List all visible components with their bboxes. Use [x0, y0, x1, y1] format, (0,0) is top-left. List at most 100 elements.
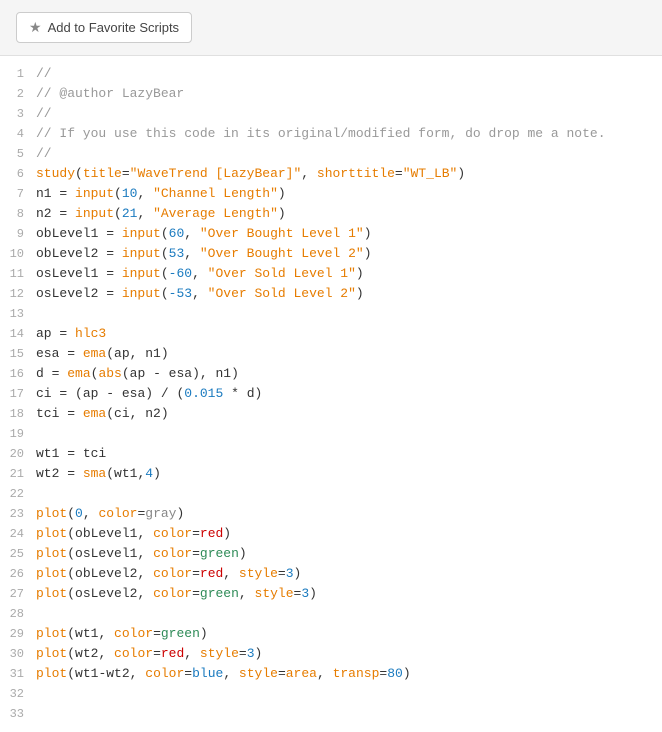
- line-content: d = ema(abs(ap - esa), n1): [36, 364, 662, 384]
- line-number: 13: [0, 304, 36, 324]
- line-number: 1: [0, 64, 36, 84]
- line-number: 16: [0, 364, 36, 384]
- line-content: osLevel1 = input(-60, "Over Sold Level 1…: [36, 264, 662, 284]
- line-number: 3: [0, 104, 36, 124]
- code-line: 1 //: [0, 64, 662, 84]
- line-content: esa = ema(ap, n1): [36, 344, 662, 364]
- line-content: [36, 484, 662, 504]
- star-icon: ★: [29, 19, 42, 36]
- code-line: 18 tci = ema(ci, n2): [0, 404, 662, 424]
- line-content: plot(wt2, color=red, style=3): [36, 644, 662, 664]
- line-number: 25: [0, 544, 36, 564]
- code-line: 15 esa = ema(ap, n1): [0, 344, 662, 364]
- line-content: n1 = input(10, "Channel Length"): [36, 184, 662, 204]
- line-content: osLevel2 = input(-53, "Over Sold Level 2…: [36, 284, 662, 304]
- line-number: 33: [0, 704, 36, 724]
- code-line: 30 plot(wt2, color=red, style=3): [0, 644, 662, 664]
- line-content: [36, 684, 662, 704]
- fav-button-label: Add to Favorite Scripts: [48, 20, 180, 35]
- code-line: 29 plot(wt1, color=green): [0, 624, 662, 644]
- code-line: 28: [0, 604, 662, 624]
- line-content: ci = (ap - esa) / (0.015 * d): [36, 384, 662, 404]
- line-number: 29: [0, 624, 36, 644]
- line-number: 10: [0, 244, 36, 264]
- code-line: 17 ci = (ap - esa) / (0.015 * d): [0, 384, 662, 404]
- line-number: 12: [0, 284, 36, 304]
- line-number: 15: [0, 344, 36, 364]
- line-content: // @author LazyBear: [36, 84, 662, 104]
- code-line: 23 plot(0, color=gray): [0, 504, 662, 524]
- line-content: plot(wt1, color=green): [36, 624, 662, 644]
- code-line: 33: [0, 704, 662, 724]
- line-number: 19: [0, 424, 36, 444]
- code-line: 9 obLevel1 = input(60, "Over Bought Leve…: [0, 224, 662, 244]
- code-line: 27 plot(osLevel2, color=green, style=3): [0, 584, 662, 604]
- code-line: 31 plot(wt1-wt2, color=blue, style=area,…: [0, 664, 662, 684]
- line-number: 32: [0, 684, 36, 704]
- line-number: 2: [0, 84, 36, 104]
- line-content: obLevel1 = input(60, "Over Bought Level …: [36, 224, 662, 244]
- line-content: wt2 = sma(wt1,4): [36, 464, 662, 484]
- code-line: 32: [0, 684, 662, 704]
- code-line: 19: [0, 424, 662, 444]
- code-line: 2 // @author LazyBear: [0, 84, 662, 104]
- line-number: 26: [0, 564, 36, 584]
- code-line: 20 wt1 = tci: [0, 444, 662, 464]
- code-line: 22: [0, 484, 662, 504]
- line-number: 24: [0, 524, 36, 544]
- line-number: 14: [0, 324, 36, 344]
- code-line: 11 osLevel1 = input(-60, "Over Sold Leve…: [0, 264, 662, 284]
- code-line: 10 obLevel2 = input(53, "Over Bought Lev…: [0, 244, 662, 264]
- line-number: 7: [0, 184, 36, 204]
- code-line: 5 //: [0, 144, 662, 164]
- line-content: plot(osLevel1, color=green): [36, 544, 662, 564]
- line-content: wt1 = tci: [36, 444, 662, 464]
- line-number: 27: [0, 584, 36, 604]
- line-content: n2 = input(21, "Average Length"): [36, 204, 662, 224]
- code-line: 8 n2 = input(21, "Average Length"): [0, 204, 662, 224]
- line-number: 9: [0, 224, 36, 244]
- line-content: //: [36, 144, 662, 164]
- code-line: 25 plot(osLevel1, color=green): [0, 544, 662, 564]
- line-number: 18: [0, 404, 36, 424]
- line-content: // If you use this code in its original/…: [36, 124, 662, 144]
- line-number: 30: [0, 644, 36, 664]
- line-content: obLevel2 = input(53, "Over Bought Level …: [36, 244, 662, 264]
- code-editor: 1 // 2 // @author LazyBear 3 // 4 // If …: [0, 56, 662, 732]
- code-line: 16 d = ema(abs(ap - esa), n1): [0, 364, 662, 384]
- code-line: 24 plot(obLevel1, color=red): [0, 524, 662, 544]
- code-line: 13: [0, 304, 662, 324]
- line-number: 11: [0, 264, 36, 284]
- line-content: //: [36, 64, 662, 84]
- line-content: plot(wt1-wt2, color=blue, style=area, tr…: [36, 664, 662, 684]
- toolbar: ★ Add to Favorite Scripts: [0, 0, 662, 56]
- code-line: 4 // If you use this code in its origina…: [0, 124, 662, 144]
- line-content: //: [36, 104, 662, 124]
- line-number: 28: [0, 604, 36, 624]
- line-content: ap = hlc3: [36, 324, 662, 344]
- code-line: 12 osLevel2 = input(-53, "Over Sold Leve…: [0, 284, 662, 304]
- line-content: [36, 424, 662, 444]
- line-content: plot(0, color=gray): [36, 504, 662, 524]
- line-number: 23: [0, 504, 36, 524]
- line-number: 31: [0, 664, 36, 684]
- code-line: 14 ap = hlc3: [0, 324, 662, 344]
- code-line: 7 n1 = input(10, "Channel Length"): [0, 184, 662, 204]
- line-number: 20: [0, 444, 36, 464]
- line-number: 8: [0, 204, 36, 224]
- add-to-favorites-button[interactable]: ★ Add to Favorite Scripts: [16, 12, 192, 43]
- line-content: [36, 604, 662, 624]
- line-content: plot(obLevel1, color=red): [36, 524, 662, 544]
- code-line: 3 //: [0, 104, 662, 124]
- line-content: tci = ema(ci, n2): [36, 404, 662, 424]
- line-number: 6: [0, 164, 36, 184]
- line-number: 5: [0, 144, 36, 164]
- line-number: 17: [0, 384, 36, 404]
- line-content: [36, 704, 662, 724]
- line-number: 21: [0, 464, 36, 484]
- line-content: [36, 304, 662, 324]
- code-line: 6 study(title="WaveTrend [LazyBear]", sh…: [0, 164, 662, 184]
- line-number: 4: [0, 124, 36, 144]
- code-line: 21 wt2 = sma(wt1,4): [0, 464, 662, 484]
- line-content: study(title="WaveTrend [LazyBear]", shor…: [36, 164, 662, 184]
